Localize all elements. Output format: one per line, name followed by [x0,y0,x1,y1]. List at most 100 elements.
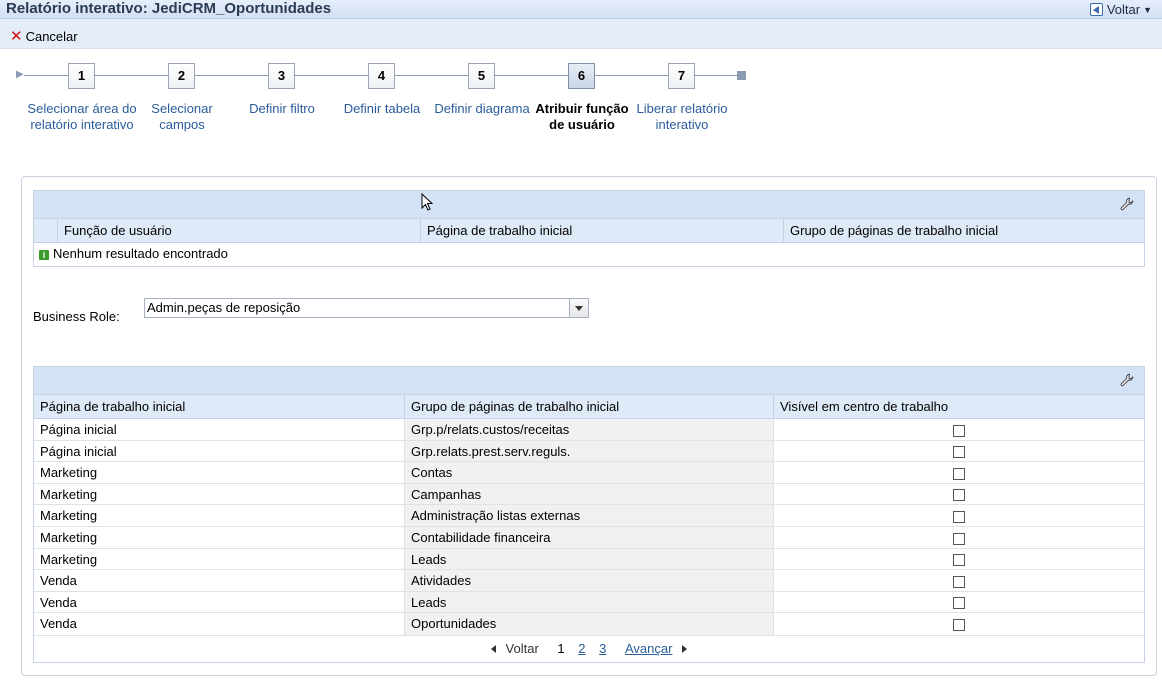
table-row[interactable]: Marketing Contas [34,462,1144,484]
cell-group: Grp.p/relats.custos/receitas [405,419,774,440]
cell-page: Venda [34,570,405,591]
visible-checkbox[interactable] [953,618,965,631]
wizard-step-label[interactable]: Selecionar campos [127,101,237,132]
table-row[interactable]: Marketing Contabilidade financeira [34,526,1144,549]
wizard-step-label[interactable]: Liberar relatório interativo [627,101,737,132]
pager-page-link[interactable]: 3 [599,641,606,656]
table-row[interactable]: Página inicial Grp.p/relats.custos/receit… [34,419,1144,441]
wizard-step-2[interactable]: 2 [168,63,195,89]
table-row[interactable]: Marketing Leads [34,548,1144,571]
wizard-step-label[interactable]: Definir tabela [327,101,437,117]
back-button[interactable]: Voltar ▼ [1089,1,1152,18]
wizard-step-4[interactable]: 4 [368,63,395,89]
column-header[interactable]: Grupo de páginas de trabalho inicial [784,219,1144,242]
chevron-left-icon [490,644,496,653]
table-row[interactable]: Venda Atividades [34,570,1144,592]
cell-visible [774,549,1144,570]
cell-group: Contas [405,462,774,483]
cell-page: Venda [34,591,405,613]
visible-checkbox[interactable] [953,489,965,502]
pager-page-link[interactable]: 2 [578,641,585,656]
visible-checkbox[interactable] [953,575,965,588]
visible-checkbox[interactable] [953,554,965,567]
back-label: Voltar [1106,2,1141,17]
visible-checkbox[interactable] [953,510,965,523]
back-icon [1089,3,1103,16]
empty-message: Nenhum resultado encontrado [53,246,228,261]
toolbar: ✕ Cancelar [0,19,1162,49]
pager-prev-label: Voltar [505,640,539,656]
visible-checkbox[interactable] [953,597,965,610]
cell-group: Leads [405,591,774,613]
wizard-step-label[interactable]: Selecionar área do relatório interativo [27,101,137,132]
cell-group: Grp.relats.prest.serv.reguls. [405,440,774,462]
visible-checkbox[interactable] [953,467,965,480]
wizard-step-1[interactable]: 1 [68,63,95,89]
cell-page: Marketing [34,526,405,548]
wizard-step-label[interactable]: Definir filtro [227,101,337,117]
table-row[interactable]: Marketing Administração listas externas [34,505,1144,527]
cell-group: Oportunidades [405,613,774,635]
cell-visible [774,484,1144,505]
table-row[interactable]: Venda Oportunidades [34,613,1144,635]
column-header[interactable]: Função de usuário [58,219,421,242]
business-role-select[interactable]: Admin.peças de reposição [144,298,589,318]
cell-page: Marketing [34,505,405,526]
cell-visible [774,570,1144,591]
wizard-step-5[interactable]: 5 [468,63,495,89]
user-roles-table: Função de usuário Página de trabalho ini… [33,190,1145,267]
table-header: Função de usuário Página de trabalho ini… [34,219,1144,243]
cell-group: Contabilidade financeira [405,526,774,548]
chevron-right-icon [682,644,688,653]
table-row[interactable]: Página inicial Grp.relats.prest.serv.regu… [34,440,1144,463]
cell-visible [774,613,1144,635]
cell-visible [774,592,1144,613]
info-icon: i [39,250,49,260]
column-header[interactable]: Visível em centro de trabalho [774,395,1144,418]
work-pages-table: Página de trabalho inicial Grupo de pági… [33,366,1145,663]
cell-visible [774,505,1144,526]
table-body: Página inicial Grp.p/relats.custos/receit… [34,419,1144,635]
cell-page: Marketing [34,483,405,505]
wizard-step-7[interactable]: 7 [668,63,695,89]
table-toolbar [34,367,1144,395]
cell-visible [774,462,1144,483]
table-toolbar [34,191,1144,219]
visible-checkbox[interactable] [953,424,965,437]
pager-next-button[interactable]: Avançar [620,641,692,656]
cancel-button[interactable]: ✕ Cancelar [10,27,78,45]
empty-message-row: i Nenhum resultado encontrado [34,243,1144,264]
column-header[interactable]: Página de trabalho inicial [421,219,784,242]
cell-group: Atividades [405,570,774,591]
business-role-label: Business Role: [33,309,120,324]
chevron-down-icon[interactable] [569,299,588,317]
visible-checkbox[interactable] [953,532,965,545]
column-header[interactable]: Página de trabalho inicial [34,395,405,418]
cancel-label: Cancelar [25,29,78,44]
settings-wrench-icon[interactable] [1120,197,1134,211]
wizard-step-label[interactable]: Definir diagrama [427,101,537,117]
table-header: Página de trabalho inicial Grupo de pági… [34,395,1144,419]
wizard-step-6[interactable]: 6 [568,63,595,89]
pager-page-current: 1 [557,640,565,656]
roadmap-end-icon [737,71,746,80]
column-header[interactable]: Grupo de páginas de trabalho inicial [405,395,774,418]
pager-prev-button[interactable]: Voltar [486,641,544,656]
cell-group: Campanhas [405,483,774,505]
select-column-header[interactable] [34,219,58,242]
cell-group: Administração listas externas [405,505,774,526]
page-title: Relatório interativo: JediCRM_Oportunida… [6,0,332,17]
cell-page: Venda [34,613,405,635]
table-row[interactable]: Venda Leads [34,591,1144,614]
cell-page: Página inicial [34,440,405,462]
pagination: Voltar 1 2 3 Avançar [34,634,1144,660]
cell-visible [774,419,1144,440]
settings-wrench-icon[interactable] [1120,373,1134,387]
cell-page: Marketing [34,462,405,483]
wizard-step-3[interactable]: 3 [268,63,295,89]
cell-group: Leads [405,548,774,570]
title-bar: Relatório interativo: JediCRM_Oportunida… [0,0,1162,19]
visible-checkbox[interactable] [953,446,965,459]
cell-visible [774,441,1144,462]
table-row[interactable]: Marketing Campanhas [34,483,1144,506]
